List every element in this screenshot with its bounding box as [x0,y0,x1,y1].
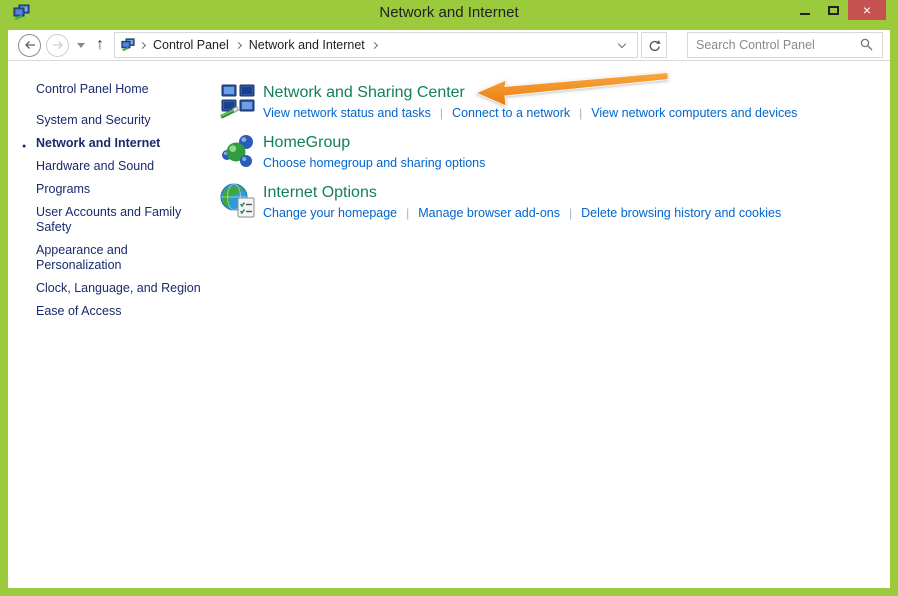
task-link[interactable]: Choose homegroup and sharing options [263,156,485,170]
chevron-right-icon[interactable] [235,41,242,48]
address-network-icon[interactable] [121,38,135,52]
network-sharing-center-icon [220,83,256,119]
category-task-links: View network status and tasks | Connect to… [263,106,797,120]
recent-pages-dropdown-icon[interactable] [77,43,85,48]
task-link[interactable]: Change your homepage [263,206,397,220]
sidebar-item-label: Clock, Language, and Region [36,281,201,295]
close-icon: × [863,2,871,18]
titlebar[interactable]: Network and Internet × [0,0,898,30]
sidebar-item-label: Appearance and Personalization [36,243,128,272]
network-sharing-center-icon[interactable] [220,83,256,119]
task-link[interactable]: Connect to a network [452,106,570,120]
content-area: Control Panel Home ●System and Security … [8,61,890,588]
sidebar-item-system-and-security[interactable]: ●System and Security [36,113,210,128]
category-title-link[interactable]: Network and Sharing Center [263,83,465,103]
category-title-link[interactable]: Internet Options [263,183,377,203]
category-list: Network and Sharing Center View network … [220,61,890,588]
refresh-button[interactable] [641,32,667,58]
breadcrumb: Control Panel Network and Internet [135,38,383,52]
sidebar-category-list: ●System and Security ●Network and Intern… [36,113,220,319]
sidebar-item-label: System and Security [36,113,151,127]
internet-options-icon [220,183,256,219]
refresh-icon [648,39,661,52]
window-title: Network and Internet [0,4,898,21]
breadcrumb-item[interactable]: Control Panel [151,38,231,52]
address-dropdown-icon[interactable] [618,39,626,47]
sidebar-item-clock-language-and-region[interactable]: ●Clock, Language, and Region [36,281,210,296]
sidebar: Control Panel Home ●System and Security … [8,61,220,588]
search-input[interactable] [696,38,860,52]
chevron-right-icon[interactable] [139,41,146,48]
close-button[interactable]: × [848,0,886,20]
search-icon[interactable] [860,38,874,52]
address-bar[interactable]: Control Panel Network and Internet [114,32,638,58]
sidebar-item-label: Programs [36,182,90,196]
internet-options-icon[interactable] [220,183,256,219]
sidebar-item-user-accounts-and-family-safety[interactable]: ●User Accounts and Family Safety [36,205,210,235]
sidebar-item-control-panel-home[interactable]: Control Panel Home [36,82,210,96]
link-separator: | [440,106,443,120]
link-separator: | [406,206,409,220]
window-controls: × [790,0,886,20]
sidebar-item-label: Hardware and Sound [36,159,154,173]
task-link[interactable]: View network computers and devices [591,106,797,120]
category-task-links: Choose homegroup and sharing options [263,156,485,170]
homegroup-icon [220,133,256,169]
category-section: Network and Sharing Center View network … [220,83,890,123]
category-section: Internet Options Change your homepage | Ma… [220,183,890,223]
breadcrumb-item[interactable]: Network and Internet [247,38,367,52]
maximize-button[interactable] [819,0,848,20]
sidebar-item-label: User Accounts and Family Safety [36,205,181,234]
active-item-bullet-icon: ● [22,139,26,154]
forward-arrow-icon [52,40,64,50]
task-link[interactable]: View network status and tasks [263,106,431,120]
sidebar-item-appearance-and-personalization[interactable]: ●Appearance and Personalization [36,243,210,273]
back-arrow-icon [24,40,36,50]
control-panel-window: Network and Internet × ↑ [0,0,898,596]
sidebar-item-label: Network and Internet [36,136,160,150]
navigation-toolbar: ↑ Control Panel Network and Internet [8,30,890,61]
forward-button[interactable] [46,34,69,57]
minimize-button[interactable] [790,0,819,20]
sidebar-item-ease-of-access[interactable]: ●Ease of Access [36,304,210,319]
category-title-link[interactable]: HomeGroup [263,133,350,153]
homegroup-icon[interactable] [220,133,256,169]
link-separator: | [579,106,582,120]
link-separator: | [569,206,572,220]
sidebar-item-network-and-internet[interactable]: ●Network and Internet [36,136,210,151]
category-section: HomeGroup Choose homegroup and sharing o… [220,133,890,173]
sidebar-item-programs[interactable]: ●Programs [36,182,210,197]
minimize-icon [800,13,810,15]
chevron-right-icon[interactable] [371,41,378,48]
up-button[interactable]: ↑ [96,36,104,54]
search-box [687,32,883,58]
sidebar-item-hardware-and-sound[interactable]: ●Hardware and Sound [36,159,210,174]
sidebar-item-label: Ease of Access [36,304,121,318]
back-button[interactable] [18,34,41,57]
maximize-icon [828,6,839,15]
task-link[interactable]: Manage browser add-ons [418,206,560,220]
category-task-links: Change your homepage | Manage browser add-… [263,206,781,220]
task-link[interactable]: Delete browsing history and cookies [581,206,781,220]
client-area: ↑ Control Panel Network and Internet [8,30,890,588]
